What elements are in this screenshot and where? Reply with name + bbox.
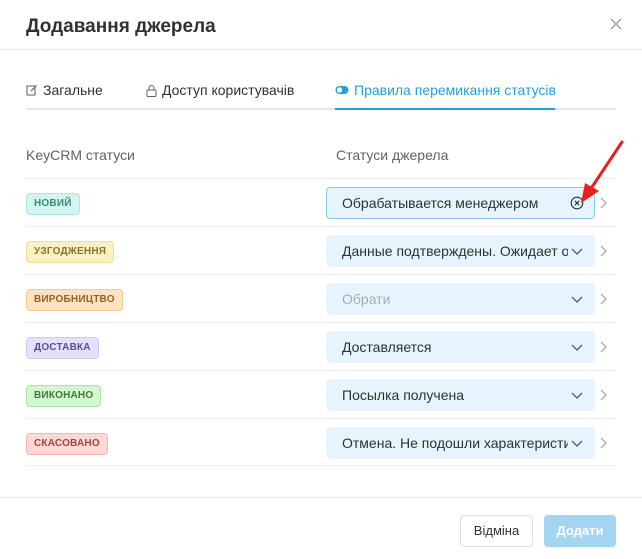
chevron-down-icon [571,392,583,399]
chevron-down-icon [571,296,583,303]
tab-general-label: Загальне [43,82,103,98]
select-value: Отмена. Не подошли характеристик [342,435,568,451]
add-button[interactable]: Додати [544,515,616,547]
status-row: УЗГОДЖЕННЯ Данные подтверждены. Ожидает о… [26,226,616,274]
chevron-right-icon[interactable] [598,340,608,354]
select-value: Обрабатывается менеджером [342,195,539,211]
tab-bar: Загальне Доступ користувачів Правила пер… [26,80,616,110]
chevron-down-icon [571,248,583,255]
source-status-select[interactable]: Доставляется [326,331,595,363]
status-row: ДОСТАВКА Доставляется [26,322,616,370]
chevron-right-icon[interactable] [598,292,608,306]
tab-user-access-label: Доступ користувачів [162,82,295,98]
chevron-right-icon[interactable] [598,436,608,450]
status-badge: ДОСТАВКА [26,337,99,359]
tab-general[interactable]: Загальне [26,82,103,98]
lock-icon [146,84,157,97]
status-row: ВИКОНАНО Посылка получена [26,370,616,418]
dialog-header: Додавання джерела [0,0,642,50]
toggle-icon [335,86,349,94]
edit-icon [26,85,37,96]
tab-user-access[interactable]: Доступ користувачів [146,82,294,98]
tab-status-rules-label: Правила перемикання статусів [354,82,556,98]
chevron-right-icon[interactable] [598,244,608,258]
source-status-select[interactable]: Отмена. Не подошли характеристик [326,427,595,459]
dialog-footer: Відміна Додати [0,497,642,559]
source-status-select[interactable]: Обрабатывается менеджером [326,187,595,219]
status-badge: УЗГОДЖЕННЯ [26,241,115,263]
chevron-down-icon [571,440,583,447]
status-badge: СКАСОВАНО [26,433,108,455]
source-status-select[interactable]: Обрати [326,283,595,315]
select-placeholder: Обрати [342,291,391,307]
tab-status-rules[interactable]: Правила перемикання статусів [335,82,556,98]
select-value: Доставляется [342,339,432,355]
source-status-select[interactable]: Данные подтверждены. Ожидает отп [326,235,595,267]
source-status-select[interactable]: Посылка получена [326,379,595,411]
status-row: НОВИЙ Обрабатывается менеджером [26,178,616,226]
status-badge: ВИРОБНИЦТВО [26,289,123,311]
close-icon[interactable] [608,16,624,32]
status-badge: ВИКОНАНО [26,385,102,407]
select-value: Данные подтверждены. Ожидает отп [342,243,568,259]
dialog-title: Додавання джерела [26,16,216,37]
active-tab-indicator [335,108,555,110]
chevron-right-icon[interactable] [598,388,608,402]
column-header-keycrm: KeyCRM статуси [26,147,135,163]
status-badge: НОВИЙ [26,193,80,215]
select-value: Посылка получена [342,387,465,403]
red-arrow-annotation [581,140,624,203]
column-header-source: Статуси джерела [336,147,449,163]
chevron-down-icon [571,344,583,351]
status-row: СКАСОВАНО Отмена. Не подошли характеристи… [26,418,616,466]
cancel-button[interactable]: Відміна [460,515,533,547]
status-row: ВИРОБНИЦТВО Обрати [26,274,616,322]
